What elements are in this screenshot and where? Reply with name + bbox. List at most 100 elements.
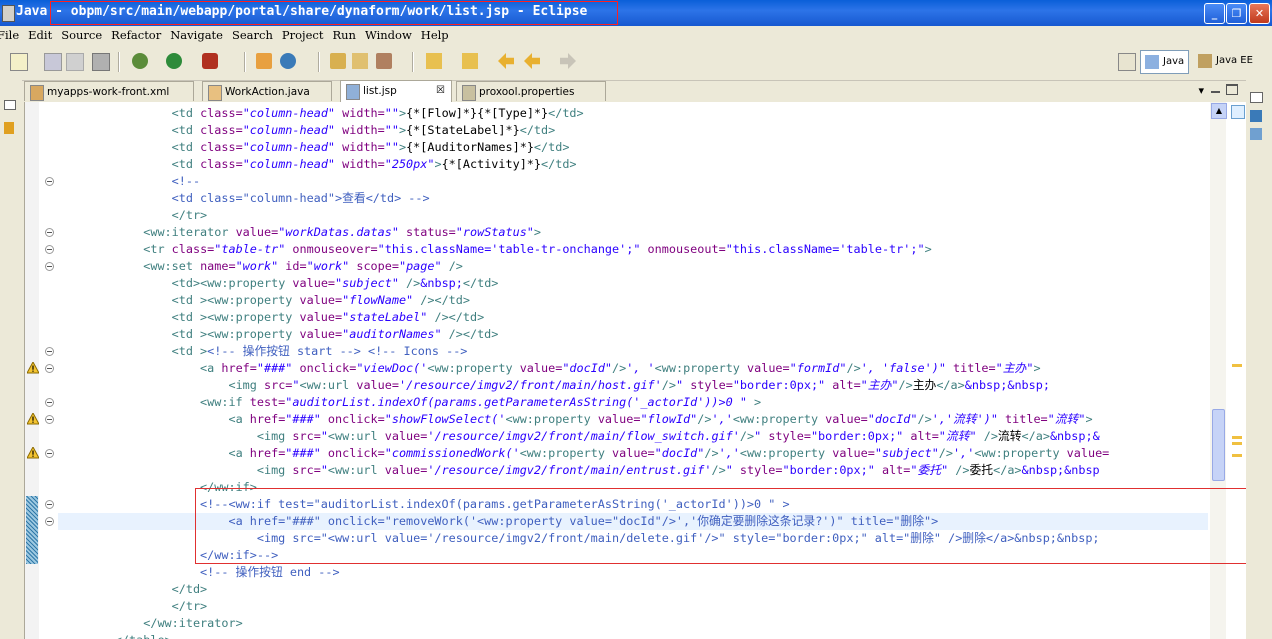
- fold-toggle-icon[interactable]: [45, 364, 54, 373]
- code-token: "column-head": [242, 157, 336, 171]
- code-line[interactable]: </tr>: [58, 598, 1208, 615]
- warning-icon[interactable]: [26, 360, 40, 374]
- menu-source[interactable]: Source: [61, 26, 102, 44]
- menu-window[interactable]: Window: [365, 26, 412, 44]
- code-line[interactable]: <td class="column-head">查看</td> -->: [58, 190, 1208, 207]
- menu-project[interactable]: Project: [282, 26, 324, 44]
- code-line[interactable]: </ww:iterator>: [58, 615, 1208, 632]
- code-line[interactable]: <ww:iterator value="workDatas.datas" sta…: [58, 224, 1208, 241]
- open-type-icon[interactable]: [330, 53, 346, 69]
- menu-refactor[interactable]: Refactor: [111, 26, 161, 44]
- new-java-package-icon[interactable]: [256, 53, 272, 69]
- fold-toggle-icon[interactable]: [45, 262, 54, 271]
- code-line[interactable]: </table>: [58, 632, 1208, 639]
- code-line[interactable]: <!-- 操作按钮 end -->: [58, 564, 1208, 581]
- fold-toggle-icon[interactable]: [45, 177, 54, 186]
- maximize-button[interactable]: ❐: [1226, 3, 1247, 24]
- print-icon[interactable]: [92, 53, 110, 71]
- perspective-java-ee[interactable]: Java EE: [1194, 50, 1257, 72]
- back-arrow-icon[interactable]: [498, 53, 514, 69]
- tab-workaction-java[interactable]: WorkAction.java: [202, 81, 332, 101]
- fold-toggle-icon[interactable]: [45, 449, 54, 458]
- fold-toggle-icon[interactable]: [45, 228, 54, 237]
- restore-view-icon[interactable]: [1250, 92, 1263, 103]
- menu-navigate[interactable]: Navigate: [170, 26, 223, 44]
- tab-proxool-properties[interactable]: proxool.properties: [456, 81, 606, 101]
- open-perspective-icon[interactable]: [1118, 53, 1136, 71]
- code-line[interactable]: <img src="<ww:url value='/resource/imgv2…: [58, 462, 1208, 479]
- code-line[interactable]: </tr>: [58, 207, 1208, 224]
- code-line[interactable]: <td class="column-head" width="250px">{*…: [58, 156, 1208, 173]
- fold-toggle-icon[interactable]: [45, 517, 54, 526]
- code-line[interactable]: <td class="column-head" width="">{*[Audi…: [58, 139, 1208, 156]
- close-tab-icon[interactable]: ☒: [436, 81, 445, 101]
- code-line[interactable]: <td ><ww:property value="flowName" /></t…: [58, 292, 1208, 309]
- open-folder-icon[interactable]: [352, 53, 368, 69]
- fold-toggle-icon[interactable]: [45, 245, 54, 254]
- code-line[interactable]: <td ><ww:property value="stateLabel" /><…: [58, 309, 1208, 326]
- previous-annotation-icon[interactable]: [462, 53, 478, 69]
- fold-toggle-icon[interactable]: [45, 398, 54, 407]
- external-tools-icon[interactable]: [202, 53, 218, 69]
- new-java-class-icon[interactable]: [280, 53, 296, 69]
- warning-marker[interactable]: [1232, 454, 1242, 457]
- warning-marker[interactable]: [1232, 436, 1242, 439]
- fold-toggle-icon[interactable]: [45, 415, 54, 424]
- warning-icon[interactable]: [26, 445, 40, 459]
- new-wizard-icon[interactable]: [10, 53, 28, 71]
- fold-toggle-icon[interactable]: [45, 500, 54, 509]
- outline-icon[interactable]: [1250, 110, 1262, 122]
- menu-file[interactable]: File: [0, 26, 19, 44]
- code-line[interactable]: </td>: [58, 581, 1208, 598]
- task-list-icon[interactable]: [1250, 128, 1262, 140]
- code-line[interactable]: <td><ww:property value="subject" />&nbsp…: [58, 275, 1208, 292]
- tab-myapps-work-front-xml[interactable]: myapps-work-front.xml: [24, 81, 194, 101]
- menu-search[interactable]: Search: [232, 26, 273, 44]
- search-tool-icon[interactable]: [376, 53, 392, 69]
- perspective-java[interactable]: Java: [1140, 50, 1190, 74]
- restore-view-icon[interactable]: [4, 100, 16, 110]
- code-line[interactable]: <a href="###" onclick="commissionedWork(…: [58, 445, 1208, 462]
- code-line[interactable]: <a href="###" onclick="viewDoc('<ww:prop…: [58, 360, 1208, 377]
- warning-marker[interactable]: [1232, 442, 1242, 445]
- menu-help[interactable]: Help: [421, 26, 449, 44]
- menu-run[interactable]: Run: [332, 26, 355, 44]
- code-line[interactable]: <img src="<ww:url value='/resource/imgv2…: [58, 428, 1208, 445]
- code-line[interactable]: <td class="column-head" width="">{*[Flow…: [58, 105, 1208, 122]
- code-token: value=: [299, 327, 343, 341]
- next-annotation-icon[interactable]: [426, 53, 442, 69]
- code-token: ',': [953, 446, 975, 460]
- save-all-icon[interactable]: [66, 53, 84, 71]
- save-icon[interactable]: [44, 53, 62, 71]
- code-line[interactable]: <a href="###" onclick="showFlowSelect('<…: [58, 411, 1208, 428]
- minimize-editor-icon[interactable]: [1211, 84, 1220, 93]
- close-button[interactable]: ✕: [1249, 3, 1270, 24]
- warning-icon[interactable]: [26, 411, 40, 425]
- code-line[interactable]: <!--: [58, 173, 1208, 190]
- maximize-editor-icon[interactable]: [1226, 84, 1238, 95]
- menu-edit[interactable]: Edit: [28, 26, 52, 44]
- code-token: "委托": [910, 463, 949, 477]
- code-line[interactable]: <td class="column-head" width="">{*[Stat…: [58, 122, 1208, 139]
- code-line[interactable]: <td ><ww:property value="auditorNames" /…: [58, 326, 1208, 343]
- code-line[interactable]: <td ><!-- 操作按钮 start --> <!-- Icons -->: [58, 343, 1208, 360]
- tab-list-chevron-icon[interactable]: ▾: [1198, 84, 1204, 97]
- code-line[interactable]: <img src="<ww:url value='/resource/imgv2…: [58, 377, 1208, 394]
- scrollbar-thumb[interactable]: [1212, 409, 1225, 481]
- warning-marker[interactable]: [1232, 364, 1242, 367]
- code-line[interactable]: <ww:set name="work" id="work" scope="pag…: [58, 258, 1208, 275]
- minimize-button[interactable]: _: [1204, 3, 1225, 24]
- forward-arrow-icon[interactable]: [560, 53, 576, 69]
- scroll-up-arrow-icon[interactable]: ▲: [1211, 103, 1227, 119]
- tab-list-jsp[interactable]: list.jsp ☒: [340, 80, 452, 102]
- run-icon[interactable]: [166, 53, 182, 69]
- code-editor[interactable]: <td class="column-head" width="">{*[Flow…: [24, 102, 1272, 639]
- outline-view-icon[interactable]: [4, 122, 14, 134]
- debug-icon[interactable]: [132, 53, 148, 69]
- code-line[interactable]: <ww:if test="auditorList.indexOf(params.…: [58, 394, 1208, 411]
- code-line[interactable]: <tr class="table-tr" onmouseover="this.c…: [58, 241, 1208, 258]
- fold-toggle-icon[interactable]: [45, 347, 54, 356]
- back-history-icon[interactable]: [524, 53, 540, 69]
- code-token: <a: [228, 412, 250, 426]
